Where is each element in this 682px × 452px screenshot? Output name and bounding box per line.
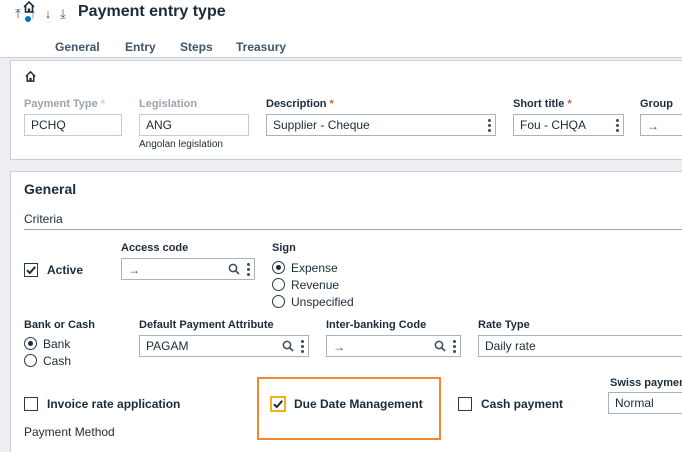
radio-unselected[interactable] bbox=[272, 295, 285, 308]
description-input[interactable]: Supplier - Cheque bbox=[266, 114, 496, 136]
more-options-icon[interactable] bbox=[300, 339, 304, 353]
sign-label: Sign bbox=[272, 242, 296, 254]
access-code-input[interactable]: → bbox=[121, 258, 255, 280]
group-input[interactable]: → bbox=[640, 114, 682, 136]
arrow-right-icon: → bbox=[333, 340, 345, 354]
arrow-right-icon: → bbox=[128, 263, 140, 277]
criteria-heading: Criteria bbox=[24, 212, 63, 226]
more-options-icon[interactable] bbox=[487, 118, 491, 132]
header-card bbox=[10, 60, 682, 160]
sign-option-unspecified[interactable]: Unspecified bbox=[272, 293, 354, 310]
description-value: Supplier - Cheque bbox=[273, 118, 370, 132]
radio-unselected[interactable] bbox=[24, 354, 37, 367]
bank-option[interactable]: Bank bbox=[24, 335, 71, 352]
default-payment-attribute-label: Default Payment Attribute bbox=[139, 319, 274, 331]
sign-radio-group: Expense Revenue Unspecified bbox=[272, 259, 354, 310]
invoice-rate-application-label: Invoice rate application bbox=[47, 397, 181, 411]
legislation-description: Angolan legislation bbox=[139, 139, 223, 150]
access-code-label: Access code bbox=[121, 242, 189, 254]
cash-payment-label: Cash payment bbox=[481, 397, 564, 411]
legislation-label: Legislation bbox=[139, 98, 198, 110]
tab-treasury[interactable]: Treasury bbox=[236, 40, 286, 54]
next-record-icon[interactable]: ↓ bbox=[42, 7, 54, 21]
page-title: Payment entry type bbox=[78, 3, 226, 20]
due-date-management-checkbox[interactable] bbox=[270, 396, 286, 412]
due-date-management-label: Due Date Management bbox=[294, 397, 423, 411]
cash-option[interactable]: Cash bbox=[24, 352, 71, 369]
tab-steps[interactable]: Steps bbox=[180, 40, 213, 54]
legislation-field: ANG bbox=[139, 114, 249, 136]
last-record-icon[interactable]: ⤓ bbox=[57, 7, 69, 21]
short-title-value: Fou - CHQA bbox=[520, 118, 587, 132]
radio-selected[interactable] bbox=[24, 337, 37, 350]
radio-unselected[interactable] bbox=[272, 278, 285, 291]
payment-type-label: Payment Type * bbox=[24, 98, 106, 110]
record-navigation: ⤒ ↑ ↓ ⤓ bbox=[12, 7, 69, 21]
active-label: Active bbox=[47, 263, 84, 277]
active-checkbox[interactable] bbox=[24, 263, 38, 277]
criteria-divider bbox=[24, 229, 682, 230]
invoice-rate-application-checkbox[interactable] bbox=[24, 397, 38, 411]
home-icon[interactable] bbox=[24, 70, 37, 83]
radio-selected[interactable] bbox=[272, 261, 285, 274]
section-title-general: General bbox=[24, 181, 77, 197]
search-icon[interactable] bbox=[434, 340, 446, 352]
search-icon[interactable] bbox=[228, 263, 240, 275]
inter-banking-code-input[interactable]: → bbox=[326, 335, 461, 357]
inter-banking-code-label: Inter-banking Code bbox=[326, 319, 427, 331]
cash-payment-checkbox[interactable] bbox=[458, 397, 472, 411]
active-tab-indicator bbox=[25, 16, 31, 22]
short-title-input[interactable]: Fou - CHQA bbox=[513, 114, 624, 136]
group-label: Group bbox=[640, 98, 673, 110]
arrow-right-icon: → bbox=[647, 119, 659, 133]
tab-entry[interactable]: Entry bbox=[125, 40, 156, 54]
payment-type-field: PCHQ bbox=[24, 114, 122, 136]
bank-or-cash-label: Bank or Cash bbox=[24, 319, 95, 331]
sign-option-expense[interactable]: Expense bbox=[272, 259, 354, 276]
more-options-icon[interactable] bbox=[452, 339, 456, 353]
search-icon[interactable] bbox=[282, 340, 294, 352]
payment-method-heading: Payment Method bbox=[24, 425, 115, 439]
rate-type-label: Rate Type bbox=[478, 319, 530, 331]
swiss-payment-select[interactable]: Normal bbox=[608, 392, 682, 414]
default-payment-attribute-input[interactable]: PAGAM bbox=[139, 335, 309, 357]
sign-option-revenue[interactable]: Revenue bbox=[272, 276, 354, 293]
tab-general[interactable]: General bbox=[55, 40, 100, 54]
short-title-label: Short title * bbox=[513, 98, 572, 110]
more-options-icon[interactable] bbox=[246, 262, 250, 276]
bank-or-cash-radio-group: Bank Cash bbox=[24, 335, 71, 369]
home-tab-icon[interactable] bbox=[22, 0, 36, 14]
rate-type-select[interactable]: Daily rate bbox=[478, 335, 682, 357]
description-label: Description * bbox=[266, 98, 334, 110]
more-options-icon[interactable] bbox=[615, 118, 619, 132]
default-payment-attribute-value: PAGAM bbox=[146, 339, 189, 353]
swiss-payment-label: Swiss paymen bbox=[610, 377, 682, 389]
